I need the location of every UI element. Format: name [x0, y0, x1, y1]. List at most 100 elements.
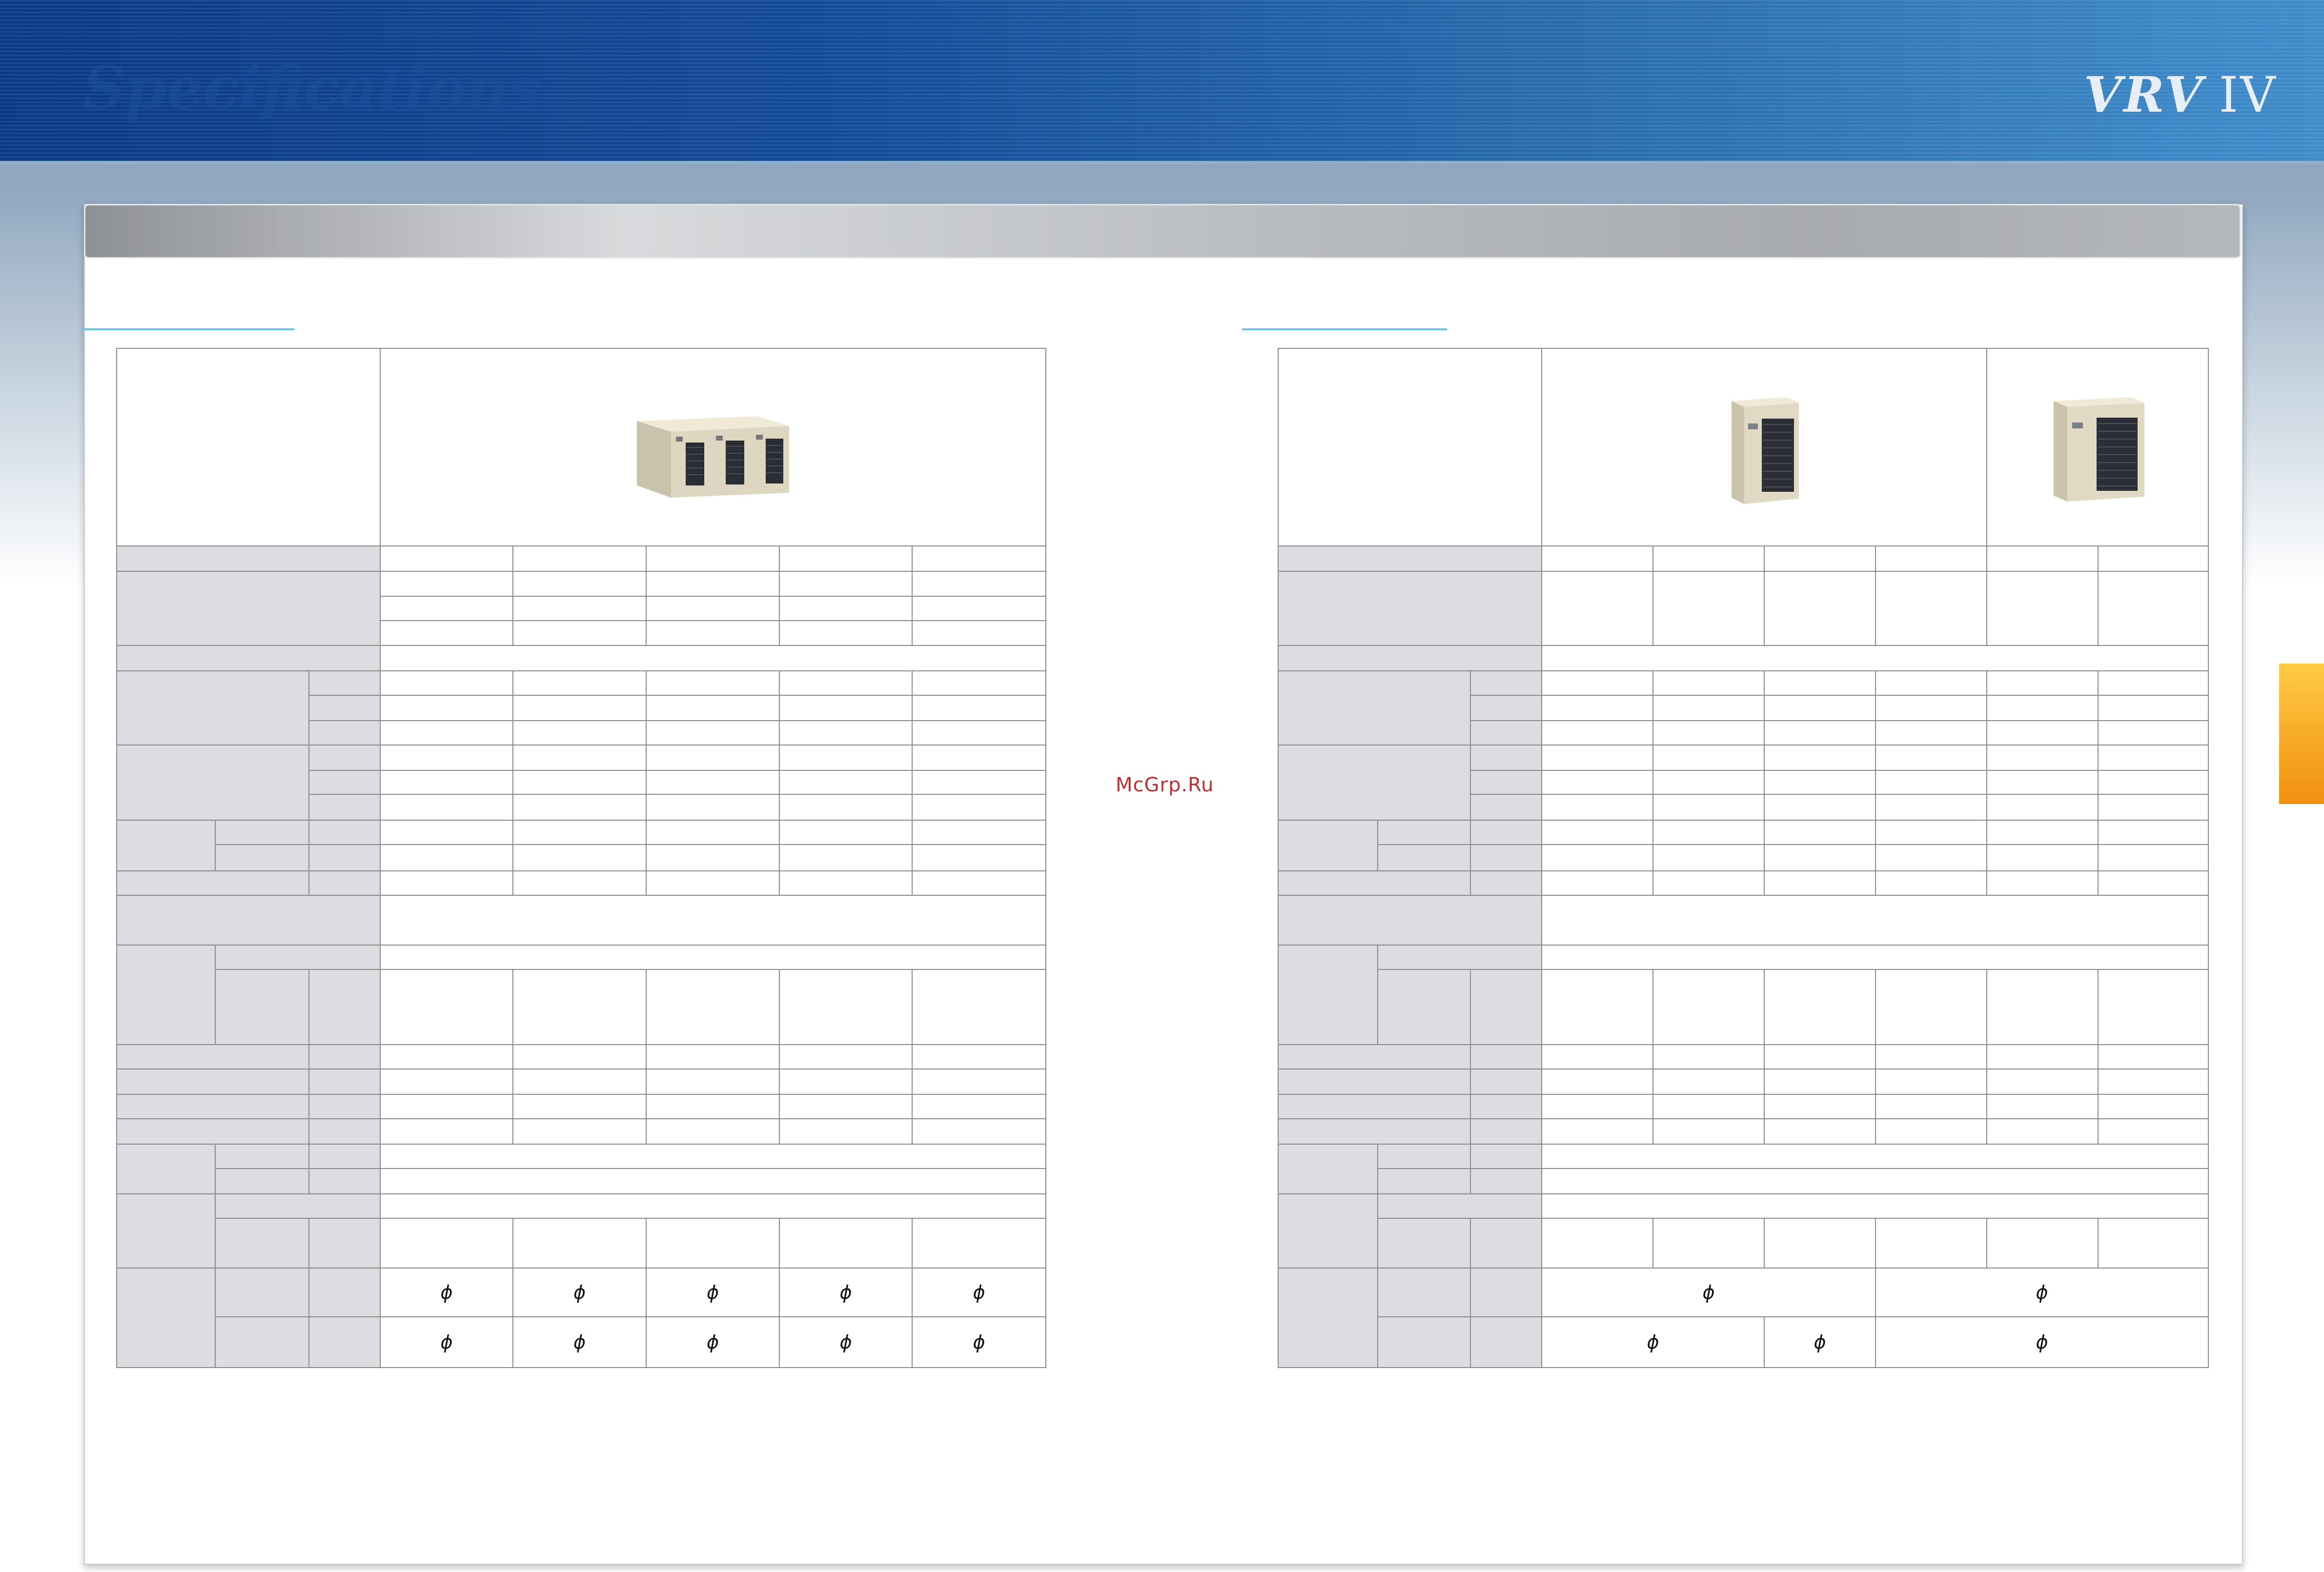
label-cell — [1470, 1144, 1542, 1169]
value-cell-span — [1541, 1193, 2209, 1219]
value-cell — [512, 870, 647, 896]
label-cell — [1377, 945, 1542, 970]
value-cell — [1764, 720, 1876, 746]
value-cell — [779, 870, 913, 896]
value-cell — [1875, 1118, 1987, 1145]
value-cell — [380, 820, 513, 845]
label-cell — [116, 870, 309, 896]
value-cell — [1875, 870, 1987, 896]
value-cell — [912, 870, 1046, 896]
label-cell — [1470, 1044, 1542, 1069]
side-index-tab[interactable] — [2279, 664, 2324, 804]
label-cell — [1377, 1193, 1542, 1219]
value-cell — [2098, 571, 2209, 646]
value-cell — [779, 545, 913, 572]
value-cell — [646, 745, 780, 771]
section-title-bar — [84, 204, 2241, 259]
value-cell — [1986, 745, 2099, 771]
label-cell — [1470, 1168, 1542, 1194]
label-cell — [308, 969, 381, 1045]
value-cell — [1986, 870, 2099, 896]
value-cell — [380, 620, 513, 646]
value-cell — [1986, 1044, 2099, 1069]
value-cell-span — [380, 1144, 1046, 1169]
value-cell — [912, 969, 1046, 1045]
diameter-symbol: ϕ — [706, 1331, 719, 1353]
label-cell — [1377, 1168, 1471, 1194]
diameter-symbol: ϕ — [839, 1282, 852, 1303]
value-cell — [646, 1068, 780, 1095]
value-cell — [1652, 794, 1765, 821]
value-cell — [779, 745, 913, 771]
label-cell — [116, 895, 381, 946]
page-title: Specifications — [83, 54, 542, 122]
value-cell — [646, 620, 780, 646]
value-cell — [1986, 820, 2099, 845]
label-cell — [116, 1193, 216, 1269]
header-label-cell — [1278, 348, 1542, 546]
value-cell — [1764, 745, 1876, 771]
value-cell — [1875, 794, 1987, 821]
value-cell — [1541, 1068, 1653, 1095]
value-cell — [512, 745, 647, 771]
phi-cell: ϕ — [380, 1316, 513, 1368]
value-cell-span — [1541, 895, 2209, 946]
value-cell — [1652, 1118, 1765, 1145]
value-cell — [779, 596, 913, 621]
value-cell — [1541, 670, 1653, 696]
value-cell — [646, 770, 780, 795]
value-cell — [1764, 571, 1876, 646]
value-cell — [912, 620, 1046, 646]
value-cell — [646, 720, 780, 746]
label-cell — [308, 1068, 381, 1095]
value-cell — [779, 571, 913, 597]
value-cell — [646, 571, 780, 597]
value-cell — [1652, 844, 1765, 871]
label-cell — [1278, 1268, 1378, 1368]
value-cell — [1986, 1118, 2099, 1145]
value-cell — [779, 1094, 913, 1119]
value-cell — [512, 720, 647, 746]
phi-cell: ϕ — [1541, 1316, 1765, 1368]
value-cell — [1986, 844, 2099, 871]
value-cell — [2098, 870, 2209, 896]
label-cell — [1470, 770, 1542, 795]
value-cell — [512, 620, 647, 646]
value-cell — [646, 870, 780, 896]
value-cell — [380, 1044, 513, 1069]
phi-cell: ϕ — [779, 1316, 913, 1368]
value-cell — [912, 545, 1046, 572]
label-cell — [1470, 1068, 1542, 1095]
phi-cell: ϕ — [1541, 1268, 1876, 1317]
value-cell — [2098, 1118, 2209, 1145]
value-cell — [912, 1068, 1046, 1095]
label-cell — [1278, 1118, 1471, 1145]
value-cell — [912, 1218, 1046, 1269]
value-cell — [912, 844, 1046, 871]
label-cell — [116, 670, 309, 746]
value-cell-span — [380, 895, 1046, 946]
value-cell — [912, 794, 1046, 821]
phi-cell: ϕ — [646, 1268, 780, 1317]
label-cell — [308, 745, 381, 771]
diameter-symbol: ϕ — [440, 1282, 453, 1303]
value-cell — [2098, 695, 2209, 721]
label-cell — [1278, 545, 1542, 572]
label-cell — [1470, 1094, 1542, 1119]
label-cell — [1278, 571, 1542, 646]
value-cell — [512, 844, 647, 871]
value-cell — [1764, 1094, 1876, 1119]
label-cell — [215, 969, 309, 1045]
diameter-symbol: ϕ — [573, 1282, 586, 1303]
value-cell — [1764, 670, 1876, 696]
value-cell — [646, 1218, 780, 1269]
value-cell — [646, 1094, 780, 1119]
value-cell — [380, 571, 513, 597]
outdoor-unit-triple-image — [632, 407, 793, 502]
value-cell — [912, 745, 1046, 771]
label-cell — [1470, 870, 1542, 896]
value-cell — [779, 844, 913, 871]
value-cell — [512, 1218, 647, 1269]
value-cell — [1986, 794, 2099, 821]
value-cell — [646, 820, 780, 845]
